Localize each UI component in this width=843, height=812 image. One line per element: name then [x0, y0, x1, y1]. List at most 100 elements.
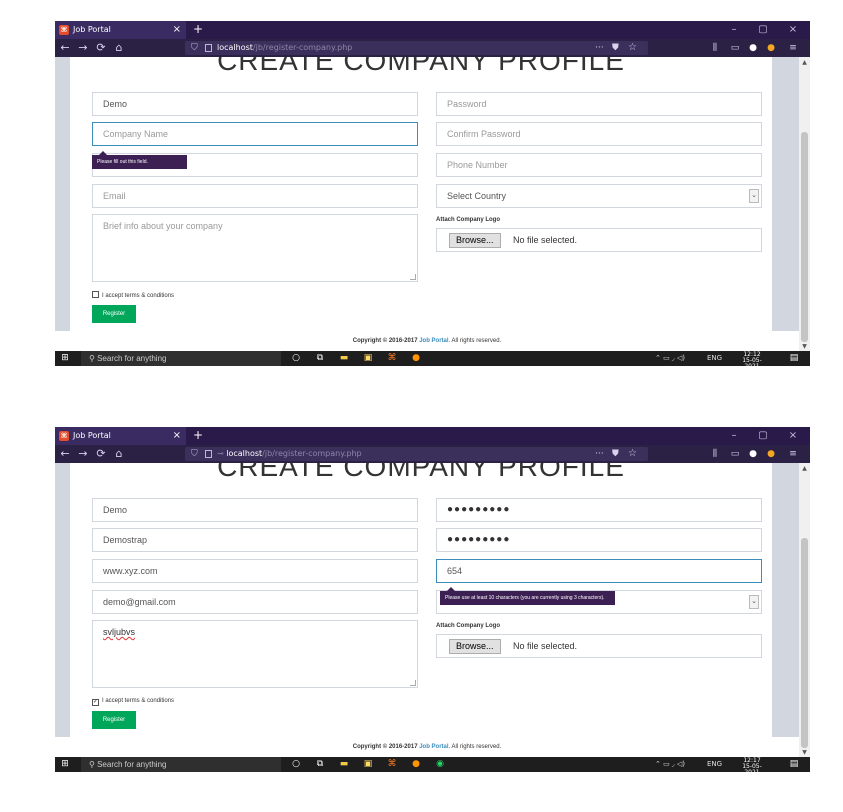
taskbar-search-input[interactable]: ⚲ Search for anything — [81, 757, 281, 772]
back-icon[interactable]: ← — [57, 39, 73, 57]
forward-icon[interactable]: → — [75, 445, 91, 463]
firefox-icon[interactable]: ● — [407, 351, 425, 366]
brief-info-textarea[interactable]: svljubvs — [92, 620, 418, 688]
task-view-icon[interactable]: ⧉ — [311, 757, 329, 772]
maximize-icon[interactable]: ▢ — [749, 21, 777, 39]
sidebar-icon[interactable]: ▭ — [727, 39, 743, 57]
hamburger-menu-icon[interactable]: ≡ — [785, 39, 801, 57]
vertical-scrollbar[interactable]: ▲ ▼ — [799, 57, 810, 351]
bookmark-star-icon[interactable]: ☆ — [628, 41, 637, 55]
library-icon[interactable]: ⫼ — [707, 445, 723, 463]
scroll-up-icon[interactable]: ▲ — [799, 58, 810, 67]
notification-icon[interactable]: ▤ — [785, 757, 803, 772]
chevron-down-icon[interactable]: ⌄ — [749, 189, 759, 203]
password-field[interactable]: Password — [436, 92, 762, 116]
scroll-thumb[interactable] — [801, 132, 808, 342]
url-bar[interactable]: ⛉ localhost/jb/register-company.php ··· … — [185, 41, 648, 55]
cortana-icon[interactable]: ○ — [287, 351, 305, 366]
reload-icon[interactable]: ⟳ — [93, 445, 109, 463]
minimize-icon[interactable]: – — [720, 21, 748, 39]
resize-grip-icon[interactable] — [410, 680, 416, 686]
key-icon[interactable]: ⊸ — [217, 449, 224, 458]
vertical-scrollbar[interactable]: ▲ ▼ — [799, 463, 810, 757]
company-name-field[interactable]: Company Name — [92, 122, 418, 146]
language-indicator[interactable]: ENG — [707, 757, 722, 772]
email-field[interactable]: Email — [92, 184, 418, 208]
page-actions-icon[interactable]: ··· — [595, 447, 604, 461]
resize-grip-icon[interactable] — [410, 274, 416, 280]
xampp-icon[interactable]: ⌘ — [383, 351, 401, 366]
name-field[interactable]: Demo — [92, 498, 418, 522]
reload-icon[interactable]: ⟳ — [93, 39, 109, 57]
url-text[interactable]: ⊸ localhost/jb/register-company.php — [217, 447, 362, 461]
company-name-field[interactable]: Demostrap — [92, 528, 418, 552]
minimize-icon[interactable]: – — [720, 427, 748, 445]
footer-link[interactable]: Job Portal — [419, 338, 448, 344]
chevron-down-icon[interactable]: ⌄ — [749, 595, 759, 609]
task-view-icon[interactable]: ⧉ — [311, 351, 329, 366]
home-icon[interactable]: ⌂ — [111, 39, 127, 57]
brief-info-textarea[interactable]: Brief info about your company — [92, 214, 418, 282]
windows-start-icon[interactable]: ⊞ — [55, 757, 75, 772]
account-icon[interactable]: ● — [745, 445, 761, 463]
phone-number-field[interactable]: 654 — [436, 559, 762, 583]
language-indicator[interactable]: ENG — [707, 351, 722, 366]
tray-icons[interactable]: ⌃ ▭ ◞ ◁) — [655, 351, 685, 366]
browse-button[interactable]: Browse... — [449, 639, 501, 654]
notification-icon[interactable]: ▤ — [785, 351, 803, 366]
scroll-down-icon[interactable]: ▼ — [799, 342, 810, 351]
shield-icon[interactable]: ⛉ — [191, 447, 198, 461]
scroll-thumb[interactable] — [801, 538, 808, 748]
hamburger-menu-icon[interactable]: ≡ — [785, 445, 801, 463]
password-field[interactable]: ●●●●●●●●● — [436, 498, 762, 522]
url-bar[interactable]: ⛉ ⊸ localhost/jb/register-company.php ··… — [185, 447, 648, 461]
tray-icons[interactable]: ⌃ ▭ ◞ ◁) — [655, 757, 685, 772]
store-icon[interactable]: ▣ — [359, 757, 377, 772]
store-icon[interactable]: ▣ — [359, 351, 377, 366]
extension-icon[interactable]: ● — [763, 445, 779, 463]
terms-row[interactable]: I accept terms & conditions — [92, 291, 174, 300]
url-text[interactable]: localhost/jb/register-company.php — [217, 41, 352, 55]
back-icon[interactable]: ← — [57, 445, 73, 463]
browser-tab[interactable]: ⌘ Job Portal × — [55, 21, 186, 39]
whatsapp-icon[interactable]: ◉ — [431, 757, 449, 772]
scroll-down-icon[interactable]: ▼ — [799, 748, 810, 757]
shield-icon[interactable]: ⛉ — [191, 41, 198, 55]
window-close-icon[interactable]: × — [779, 21, 807, 39]
tab-close-icon[interactable]: × — [173, 21, 181, 39]
sidebar-icon[interactable]: ▭ — [727, 445, 743, 463]
maximize-icon[interactable]: ▢ — [749, 427, 777, 445]
xampp-icon[interactable]: ⌘ — [383, 757, 401, 772]
name-field[interactable]: Demo — [92, 92, 418, 116]
email-field[interactable]: demo@gmail.com — [92, 590, 418, 614]
scroll-up-icon[interactable]: ▲ — [799, 464, 810, 473]
account-icon[interactable]: ● — [745, 39, 761, 57]
window-close-icon[interactable]: × — [779, 427, 807, 445]
home-icon[interactable]: ⌂ — [111, 445, 127, 463]
bookmark-star-icon[interactable]: ☆ — [628, 447, 637, 461]
terms-checkbox[interactable] — [92, 291, 99, 298]
extension-icon[interactable]: ● — [763, 39, 779, 57]
register-button[interactable]: Register — [92, 305, 136, 323]
windows-start-icon[interactable]: ⊞ — [55, 351, 75, 366]
page-actions-icon[interactable]: ··· — [595, 41, 604, 55]
new-tab-icon[interactable]: + — [193, 21, 203, 38]
firefox-icon[interactable]: ● — [407, 757, 425, 772]
confirm-password-field[interactable]: Confirm Password — [436, 122, 762, 146]
file-explorer-icon[interactable]: ▬ — [335, 351, 353, 366]
footer-link[interactable]: Job Portal — [419, 744, 448, 750]
library-icon[interactable]: ⫼ — [707, 39, 723, 57]
cortana-icon[interactable]: ○ — [287, 757, 305, 772]
new-tab-icon[interactable]: + — [193, 427, 203, 444]
pocket-icon[interactable]: ⛊ — [612, 447, 619, 461]
tab-close-icon[interactable]: × — [173, 427, 181, 445]
browser-tab[interactable]: ⌘ Job Portal × — [55, 427, 186, 445]
terms-checkbox[interactable]: ✓ — [92, 699, 99, 706]
phone-number-field[interactable]: Phone Number — [436, 153, 762, 177]
register-button[interactable]: Register — [92, 711, 136, 729]
confirm-password-field[interactable]: ●●●●●●●●● — [436, 528, 762, 552]
file-explorer-icon[interactable]: ▬ — [335, 757, 353, 772]
taskbar-search-input[interactable]: ⚲ Search for anything — [81, 351, 281, 366]
website-field[interactable]: www.xyz.com — [92, 559, 418, 583]
page-info-icon[interactable] — [205, 450, 212, 458]
